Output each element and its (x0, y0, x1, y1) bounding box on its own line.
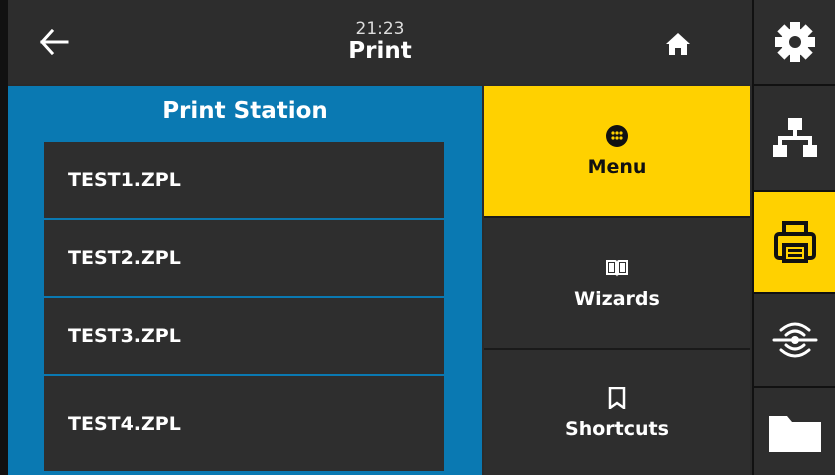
home-button[interactable] (658, 24, 698, 64)
files-button[interactable] (754, 388, 835, 475)
rfid-icon (772, 322, 817, 358)
printer-screen: 21:23 Print Print Station TEST1.ZPL TEST… (8, 0, 835, 475)
side-rail (752, 0, 835, 475)
header-title-block: 21:23 Print (8, 20, 752, 64)
home-icon (666, 33, 690, 55)
print-station-title: Print Station (162, 98, 328, 124)
print-button[interactable] (754, 192, 835, 292)
network-button[interactable] (754, 86, 835, 190)
file-list[interactable]: TEST1.ZPL TEST2.ZPL TEST3.ZPL TEST4.ZPL (44, 142, 444, 475)
settings-gear-icon (774, 22, 815, 62)
bookmark-icon (608, 386, 626, 409)
menu-button-label: Menu (587, 156, 647, 178)
wizards-button-label: Wizards (574, 288, 660, 310)
file-item[interactable]: TEST2.ZPL (44, 220, 444, 296)
settings-button[interactable] (754, 0, 835, 84)
network-icon (772, 118, 817, 157)
rfid-button[interactable] (754, 294, 835, 386)
grid-dots-icon (606, 125, 628, 147)
folder-icon (768, 415, 821, 452)
page-title: Print (348, 38, 412, 64)
menu-button[interactable]: Menu (484, 86, 750, 216)
shortcuts-button[interactable]: Shortcuts (484, 350, 750, 475)
printer-icon (773, 221, 816, 263)
wizards-button[interactable]: Wizards (484, 218, 750, 348)
file-item[interactable]: TEST3.ZPL (44, 298, 444, 374)
book-icon (606, 260, 628, 277)
menu-column: Menu Wizards Shortcuts (484, 86, 750, 475)
header-bar: 21:23 Print (8, 0, 752, 84)
file-item[interactable]: TEST1.ZPL (44, 142, 444, 218)
print-station-panel: Print Station TEST1.ZPL TEST2.ZPL TEST3.… (8, 86, 482, 475)
file-item[interactable]: TEST4.ZPL (44, 376, 444, 471)
shortcuts-button-label: Shortcuts (565, 417, 669, 440)
clock: 21:23 (355, 19, 405, 39)
